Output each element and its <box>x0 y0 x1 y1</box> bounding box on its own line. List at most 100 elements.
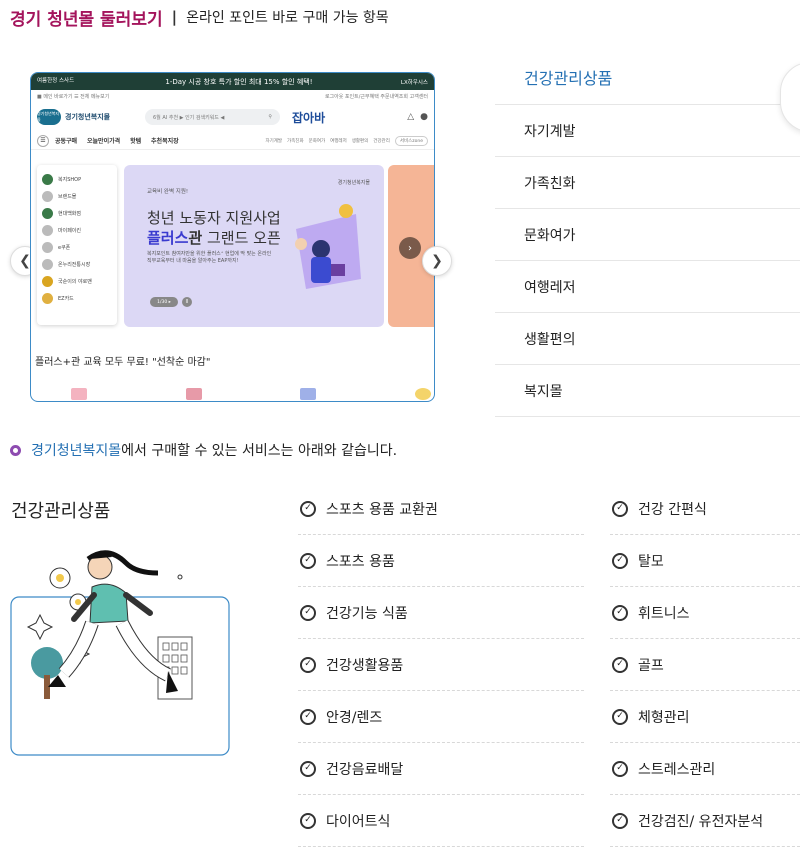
service-item: ✓ 스포츠 용품 <box>298 535 584 587</box>
check-circle-icon: ✓ <box>300 760 316 777</box>
mall-preview-carousel: ❮ 여름한정 스사드 1-Day 시공 창호 특가 할인 최대 15% 할인 혜… <box>10 72 455 402</box>
screenshot-side-item: EZ카드 <box>42 290 112 307</box>
check-circle-icon: ✓ <box>300 552 316 569</box>
check-circle-icon: ✓ <box>612 604 628 621</box>
info-text: 에서 구매할 수 있는 서비스는 아래와 같습니다. <box>121 443 398 459</box>
bag-icon: △ <box>407 112 415 122</box>
category-item-culture[interactable]: 문화여가 <box>495 209 800 261</box>
category-list: 건강관리상품 자기계발 가족친화 문화여가 여행레저 생활편의 복지몰 <box>495 50 800 417</box>
service-item: ✓ 휘트니스 <box>610 587 800 639</box>
screenshot-side-item: 마이페이킨 <box>42 222 112 239</box>
category-item-health[interactable]: 건강관리상품 <box>495 50 800 105</box>
screenshot-side-item: 국순이의 야로맨 <box>42 273 112 290</box>
service-item: ✓ 건강검진/ 유전자분석 <box>610 795 800 847</box>
banner-illustration <box>295 204 361 289</box>
category-item-self-development[interactable]: 자기계발 <box>495 105 800 157</box>
screenshot-util-left: ■ 메인 바로가기 ☰ 전체 메뉴보기 <box>37 93 110 100</box>
screenshot-header-icons: △ ● <box>407 112 428 122</box>
service-item: ✓ 다이어트식 <box>298 795 584 847</box>
service-column-2: ✓ 건강 간편식 ✓ 탈모 ✓ 휘트니스 ✓ 골프 ✓ 체형관리 ✓ 스트레스관리 ✓ 건강검… <box>610 483 800 847</box>
screenshot-topbar-promo: 1-Day 시공 창호 특가 할인 최대 15% 할인 혜택! <box>165 77 313 86</box>
search-icon: ⚲ <box>268 114 272 120</box>
service-column-1: ✓ 스포츠 용품 교환권 ✓ 스포츠 용품 ✓ 건강기능 식품 ✓ 건강생활용품 ✓ 안경… <box>298 483 584 847</box>
service-item: ✓ 스포츠 용품 교환권 <box>298 483 584 535</box>
check-circle-icon: ✓ <box>612 656 628 673</box>
check-circle-icon: ✓ <box>612 812 628 829</box>
category-item-travel[interactable]: 여행레저 <box>495 261 800 313</box>
screenshot-nav: ☰ 공동구매 오늘만이가격 핫템 추천복지장 자기계발 가족친화 문화여가 여행… <box>31 132 434 150</box>
screenshot-topbar: 여름한정 스사드 1-Day 시공 창호 특가 할인 최대 15% 할인 혜택!… <box>31 73 434 90</box>
check-circle-icon: ✓ <box>612 552 628 569</box>
chevron-right-icon: ❯ <box>431 253 443 269</box>
service-item: ✓ 건강기능 식품 <box>298 587 584 639</box>
check-circle-icon: ✓ <box>300 500 316 517</box>
info-line: 경기청년복지몰 에서 구매할 수 있는 서비스는 아래와 같습니다. <box>10 440 397 460</box>
mall-name-link[interactable]: 경기청년복지몰 <box>31 440 121 460</box>
header-separator: | <box>171 8 178 26</box>
screenshot-nav-sub-item: 여행레저 <box>330 138 347 144</box>
banner-logo: 경기청년복지몰 <box>337 180 370 186</box>
screenshot-side-menu: 복지SHOP 브랜드몰 현대백화점 마이페이킨 e쿠폰 온누리전통시장 국순이의… <box>37 165 117 325</box>
page-header: 경기 청년몰 둘러보기 | 온라인 포인트 바로 구매 가능 항목 <box>10 6 389 30</box>
check-circle-icon: ✓ <box>300 656 316 673</box>
page-title: 경기 청년몰 둘러보기 <box>10 9 163 30</box>
service-item: ✓ 골프 <box>610 639 800 691</box>
screenshot-nav-sub-item: 가족친화 <box>287 138 304 144</box>
pause-icon: II <box>182 297 192 307</box>
check-circle-icon: ✓ <box>300 812 316 829</box>
check-circle-icon: ✓ <box>300 604 316 621</box>
screenshot-nav-item: 핫템 <box>130 138 142 145</box>
menu-icon: ☰ <box>37 134 49 147</box>
screenshot-side-item: 현대백화점 <box>42 205 112 222</box>
ring-bullet-icon <box>10 444 21 456</box>
screenshot-nav-sub-item: 문화여가 <box>308 138 326 144</box>
screenshot-nav-pill: 서비스zone <box>394 135 428 146</box>
check-circle-icon: ✓ <box>612 760 628 777</box>
service-item: ✓ 건강음료배달 <box>298 743 584 795</box>
screenshot-util-row: ■ 메인 바로가기 ☰ 전체 메뉴보기 로그아웃 포인트/근무혜택 주문내역조회… <box>31 90 434 102</box>
banner-title-line1: 청년 노동자 지원사업 <box>147 209 281 227</box>
banner-pager: 1/30 ▸ <box>150 297 178 307</box>
screenshot-banner: 교육비 완벽 지원! 청년 노동자 지원사업 플러스관 그랜드 오픈 복지포인트… <box>124 165 384 327</box>
page-subtitle: 온라인 포인트 바로 구매 가능 항목 <box>186 10 389 26</box>
screenshot-nav-item: 추천복지장 <box>151 138 179 145</box>
screenshot-bottom-icons <box>71 388 431 400</box>
service-item: ✓ 탈모 <box>610 535 800 587</box>
screenshot-nav-item: 공동구매 <box>55 138 78 145</box>
screenshot-nav-sub-item: 건강관리 <box>373 138 390 144</box>
screenshot-side-item: 브랜드몰 <box>42 188 112 205</box>
screenshot-logo-badge: 경기청년복지몰 <box>37 109 61 125</box>
screenshot-side-item: 온누리전통시장 <box>42 256 112 273</box>
screenshot-side-item: e쿠폰 <box>42 239 112 256</box>
service-item: ✓ 스트레스관리 <box>610 743 800 795</box>
screenshot-nav-item: 오늘만이가격 <box>87 138 121 145</box>
carousel-next-button[interactable]: ❯ <box>422 246 452 276</box>
screenshot-topbar-left: 여름한정 스사드 <box>37 78 75 84</box>
chevron-right-icon: › <box>399 237 421 259</box>
banner-description: 복지포인트 참여자만을 위한 플러스⁺ 현업에 딱 맞는 온라인 직무교육부터 … <box>147 251 272 264</box>
service-item: ✓ 안경/렌즈 <box>298 691 584 743</box>
screenshot-side-item: 복지SHOP <box>42 171 112 188</box>
screenshot-logo-text: 경기청년복지몰 <box>65 113 111 121</box>
screenshot-brand: 잡아바 <box>292 110 326 125</box>
mall-screenshot: 여름한정 스사드 1-Day 시공 창호 특가 할인 최대 15% 할인 혜택!… <box>30 72 435 402</box>
category-item-welfare-mall[interactable]: 복지몰 <box>495 365 800 417</box>
section-title: 건강관리상품 <box>11 501 111 522</box>
runner-illustration <box>10 550 230 756</box>
category-item-family[interactable]: 가족친화 <box>495 157 800 209</box>
service-item: ✓ 건강생활용품 <box>298 639 584 691</box>
screenshot-nav-main: 공동구매 오늘만이가격 핫템 추천복지장 <box>55 136 187 145</box>
screenshot-nav-sub-item: 생활편의 <box>351 138 369 144</box>
screenshot-nav-sub: 자기계발 가족친화 문화여가 여행레저 생활편의 건강관리 서비스zone <box>265 135 428 146</box>
category-item-living[interactable]: 생활편의 <box>495 313 800 365</box>
user-icon: ● <box>420 112 428 122</box>
check-circle-icon: ✓ <box>300 708 316 725</box>
check-circle-icon: ✓ <box>612 500 628 517</box>
screenshot-util-right: 로그아웃 포인트/근무혜택 주문내역조회 고객센터 <box>324 93 428 100</box>
check-circle-icon: ✓ <box>612 708 628 725</box>
screenshot-promo-text: 플러스+관 교육 모두 무료! "선착순 마감" <box>35 357 211 368</box>
screenshot-nav-sub-item: 자기계발 <box>265 138 283 144</box>
screenshot-search: 6월 AI 추천 ▶ 인기 검색키워드 ◀ ⚲ <box>145 109 280 125</box>
service-item: ✓ 건강 간편식 <box>610 483 800 535</box>
banner-small-text: 교육비 완벽 지원! <box>147 189 189 195</box>
